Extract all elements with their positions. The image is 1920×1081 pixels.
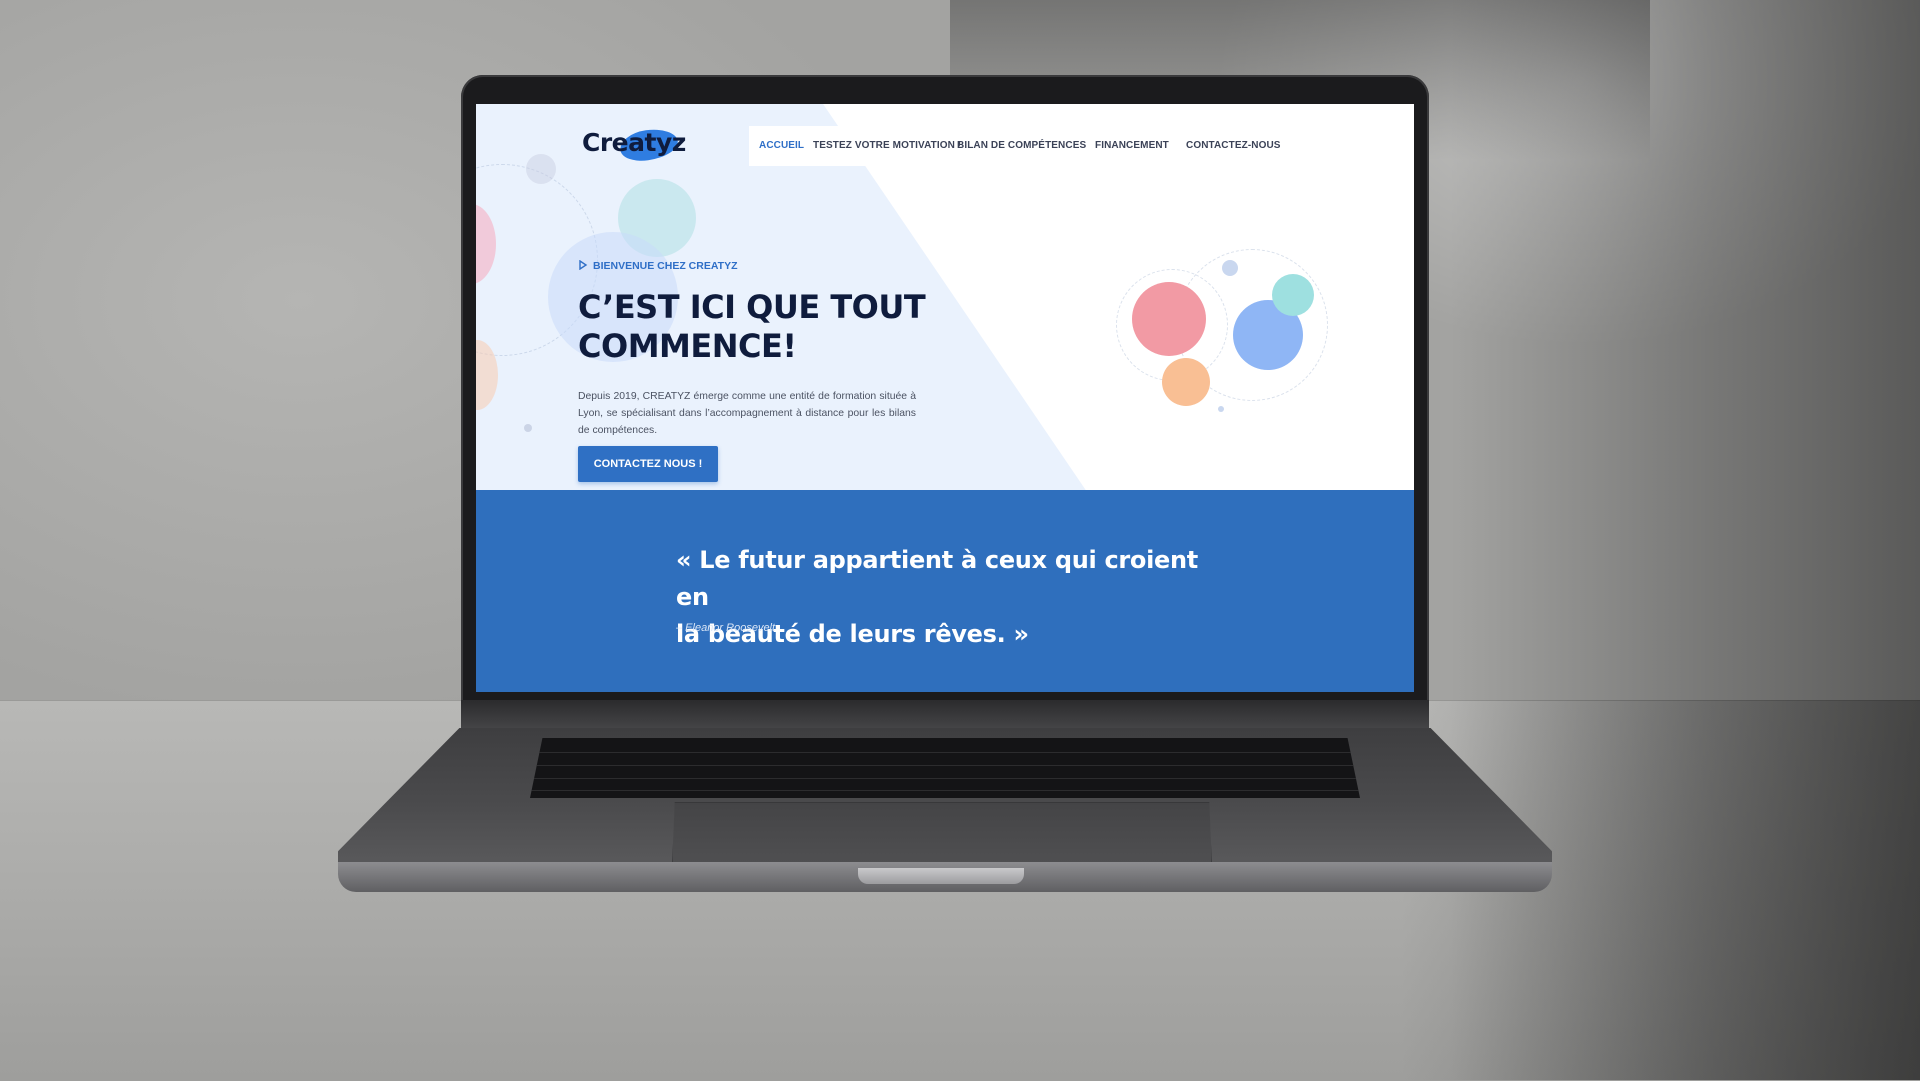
hero-headline-line-2: COMMENCE! — [578, 327, 797, 365]
nav-item-accueil[interactable]: ACCUEIL — [759, 140, 804, 151]
quote-line-1: « Le futur appartient à ceux qui croient… — [676, 546, 1198, 611]
quote-author: – Eleanor Roosevelt — [676, 622, 776, 634]
hero-headline: C’EST ICI QUE TOUT COMMENCE! — [578, 288, 978, 366]
sparkle-icon — [579, 260, 588, 270]
hero-eyebrow-text: BIENVENUE CHEZ CREATYZ — [593, 260, 738, 272]
hero-headline-line-1: C’EST ICI QUE TOUT — [578, 288, 926, 326]
nav-item-contact[interactable]: CONTACTEZ-NOUS — [1186, 140, 1281, 151]
decor-bubble-orange — [1162, 358, 1210, 406]
nav-item-bilan[interactable]: BILAN DE COMPÉTENCES — [957, 140, 1086, 151]
site-logo[interactable]: Creatyz — [582, 126, 686, 164]
hero-section: Creatyz ACCUEIL TESTEZ VOTRE MOTIVATION … — [476, 104, 1414, 490]
quote-text: « Le futur appartient à ceux qui croient… — [676, 542, 1236, 653]
main-navigation: ACCUEIL TESTEZ VOTRE MOTIVATION ! BILAN … — [749, 126, 1324, 166]
decor-dot — [1218, 406, 1224, 412]
laptop-notch — [858, 868, 1024, 884]
laptop-keyboard — [530, 738, 1360, 798]
decor-dot — [1222, 260, 1238, 276]
laptop-trackpad — [672, 802, 1212, 868]
decor-dot — [524, 424, 532, 432]
nav-item-financement[interactable]: FINANCEMENT — [1095, 140, 1169, 151]
contact-us-button[interactable]: CONTACTEZ NOUS ! — [578, 446, 718, 482]
hero-intro: Depuis 2019, CREATYZ émerge comme une en… — [578, 391, 916, 437]
logo-text: Creatyz — [582, 128, 686, 157]
quote-section: « Le futur appartient à ceux qui croient… — [476, 490, 1414, 692]
site-header: Creatyz ACCUEIL TESTEZ VOTRE MOTIVATION … — [476, 104, 1414, 166]
laptop-screen: Creatyz ACCUEIL TESTEZ VOTRE MOTIVATION … — [476, 104, 1414, 692]
hero-eyebrow: BIENVENUE CHEZ CREATYZ — [578, 260, 737, 272]
decor-bubble-teal — [1272, 274, 1314, 316]
laptop-hinge — [461, 700, 1429, 728]
nav-item-motivation[interactable]: TESTEZ VOTRE MOTIVATION ! — [813, 140, 961, 151]
decor-bubble-pink — [1132, 282, 1206, 356]
